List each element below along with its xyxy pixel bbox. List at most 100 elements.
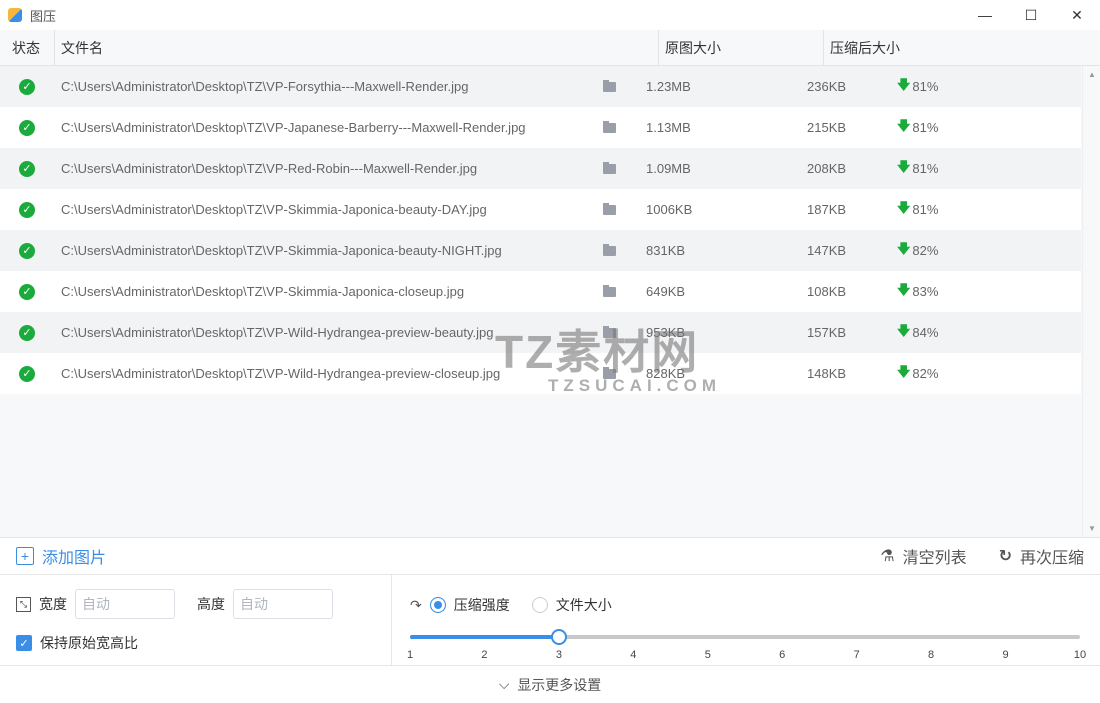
scroll-down-icon[interactable]: ▼ <box>1088 524 1096 533</box>
compression-ratio: 82% <box>912 366 939 381</box>
compress-mode-icon: ↷ <box>410 596 422 613</box>
slider-tick-label: 10 <box>1073 649 1087 661</box>
table-row[interactable]: ✓ C:\Users\Administrator\Desktop\TZ\VP-S… <box>0 230 1081 271</box>
original-size: 953KB <box>646 325 686 340</box>
slider-tick-label: 2 <box>481 649 488 661</box>
slider-tick-label: 3 <box>555 649 562 661</box>
show-more-settings-button[interactable]: ⌵ 显示更多设置 <box>0 666 1100 703</box>
scrollbar[interactable]: ▲ ▼ <box>1082 66 1100 537</box>
plus-icon: + <box>16 547 34 565</box>
compression-ratio: 84% <box>912 325 939 340</box>
compression-ratio: 81% <box>912 79 939 94</box>
file-path: C:\Users\Administrator\Desktop\TZ\VP-Wil… <box>61 366 501 381</box>
window-title: 图压 <box>30 8 57 24</box>
show-more-label: 显示更多设置 <box>517 676 602 693</box>
folder-icon[interactable] <box>603 366 616 379</box>
table-row[interactable]: ✓ C:\Users\Administrator\Desktop\TZ\VP-W… <box>0 353 1081 394</box>
compressed-size: 148KB <box>807 366 847 381</box>
toolbar: + 添加图片 ⚗ 清空列表 ↻ 再次压缩 <box>0 537 1100 575</box>
file-path: C:\Users\Administrator\Desktop\TZ\VP-Ski… <box>61 284 465 299</box>
settings-panel: ⤡ 宽度 自动 高度 自动 ✓ 保持原始宽高比 ↷ 压缩强度 文件大小 1 2 3 4… <box>0 575 1100 666</box>
minimize-button[interactable]: — <box>962 0 1008 30</box>
success-icon: ✓ <box>19 119 35 136</box>
folder-icon[interactable] <box>603 161 616 174</box>
file-path: C:\Users\Administrator\Desktop\TZ\VP-Ski… <box>61 202 487 217</box>
compressed-size: 147KB <box>807 243 847 258</box>
file-size-label: 文件大小 <box>555 597 612 613</box>
column-original-size[interactable]: 原图大小 <box>659 30 824 65</box>
table-row[interactable]: ✓ C:\Users\Administrator\Desktop\TZ\VP-S… <box>0 271 1081 312</box>
success-icon: ✓ <box>19 365 35 382</box>
app-icon <box>8 8 22 22</box>
file-size-radio[interactable] <box>531 597 548 613</box>
maximize-button[interactable]: ☐ <box>1008 0 1054 30</box>
slider-tick-label: 1 <box>406 649 414 661</box>
slider-ticks: 1 2 3 4 5 6 7 8 9 10 <box>406 649 1086 663</box>
height-input[interactable]: 自动 <box>233 589 333 619</box>
success-icon: ✓ <box>19 201 35 218</box>
file-path: C:\Users\Administrator\Desktop\TZ\VP-For… <box>61 79 469 94</box>
slider-tick-label: 4 <box>630 649 637 661</box>
original-size: 1.23MB <box>646 79 691 94</box>
refresh-icon: ↻ <box>998 548 1012 565</box>
compressed-size: 236KB <box>807 79 847 94</box>
file-path: C:\Users\Administrator\Desktop\TZ\VP-Wil… <box>61 325 494 340</box>
resize-icon: ⤡ <box>16 596 31 612</box>
success-icon: ✓ <box>19 242 35 259</box>
original-size: 831KB <box>646 243 686 258</box>
strength-radio[interactable] <box>429 597 446 613</box>
folder-icon[interactable] <box>603 243 616 256</box>
compression-ratio: 82% <box>912 243 939 258</box>
recompress-button[interactable]: ↻ 再次压缩 <box>999 544 1084 568</box>
keep-ratio-checkbox[interactable]: ✓ <box>16 635 32 651</box>
original-size: 1.09MB <box>646 161 691 176</box>
folder-icon[interactable] <box>603 120 616 133</box>
slider-fill <box>410 635 559 639</box>
title-bar: 图压 — ☐ ✕ <box>0 0 1100 30</box>
compressed-size: 108KB <box>807 284 847 299</box>
arrow-down-icon: 🡇 <box>897 76 911 92</box>
folder-icon[interactable] <box>603 202 616 215</box>
scroll-up-icon[interactable]: ▲ <box>1088 70 1096 79</box>
width-label: 宽度 <box>39 596 67 612</box>
compressed-size: 157KB <box>807 325 847 340</box>
clear-list-button[interactable]: ⚗ 清空列表 <box>880 544 966 568</box>
slider-tick-label: 8 <box>928 649 935 661</box>
original-size: 1006KB <box>646 202 693 217</box>
close-button[interactable]: ✕ <box>1054 0 1100 30</box>
file-path: C:\Users\Administrator\Desktop\TZ\VP-Jap… <box>61 120 526 135</box>
arrow-down-icon: 🡇 <box>897 281 911 297</box>
table-row[interactable]: ✓ C:\Users\Administrator\Desktop\TZ\VP-F… <box>0 66 1081 107</box>
width-input[interactable]: 自动 <box>75 589 175 619</box>
compressed-size: 215KB <box>807 120 847 135</box>
keep-ratio-label: 保持原始宽高比 <box>40 635 138 651</box>
clear-list-label: 清空列表 <box>902 550 967 567</box>
arrow-down-icon: 🡇 <box>897 199 911 215</box>
strength-slider[interactable] <box>410 629 1080 645</box>
arrow-down-icon: 🡇 <box>897 322 911 338</box>
table-row[interactable]: ✓ C:\Users\Administrator\Desktop\TZ\VP-S… <box>0 189 1081 230</box>
table-row[interactable]: ✓ C:\Users\Administrator\Desktop\TZ\VP-W… <box>0 312 1081 353</box>
arrow-down-icon: 🡇 <box>897 158 911 174</box>
compression-ratio: 81% <box>912 161 939 176</box>
original-size: 828KB <box>646 366 686 381</box>
folder-icon[interactable] <box>603 284 616 297</box>
arrow-down-icon: 🡇 <box>897 363 911 379</box>
table-row[interactable]: ✓ C:\Users\Administrator\Desktop\TZ\VP-J… <box>0 107 1081 148</box>
slider-handle[interactable] <box>550 629 567 645</box>
add-image-button[interactable]: + 添加图片 <box>16 544 106 568</box>
height-label: 高度 <box>197 596 225 612</box>
slider-tick-label: 7 <box>853 649 860 661</box>
column-status[interactable]: 状态 <box>0 30 55 65</box>
compression-ratio: 81% <box>912 202 939 217</box>
column-compressed-size[interactable]: 压缩后大小 <box>824 30 900 65</box>
folder-icon[interactable] <box>603 79 616 92</box>
compression-ratio: 81% <box>912 120 939 135</box>
table-row[interactable]: ✓ C:\Users\Administrator\Desktop\TZ\VP-R… <box>0 148 1081 189</box>
compressed-size: 208KB <box>807 161 847 176</box>
column-filename[interactable]: 文件名 <box>55 30 659 65</box>
folder-icon[interactable] <box>603 325 616 338</box>
slider-tick-label: 5 <box>704 649 711 661</box>
slider-tick-label: 6 <box>779 649 786 661</box>
arrow-down-icon: 🡇 <box>897 240 911 256</box>
